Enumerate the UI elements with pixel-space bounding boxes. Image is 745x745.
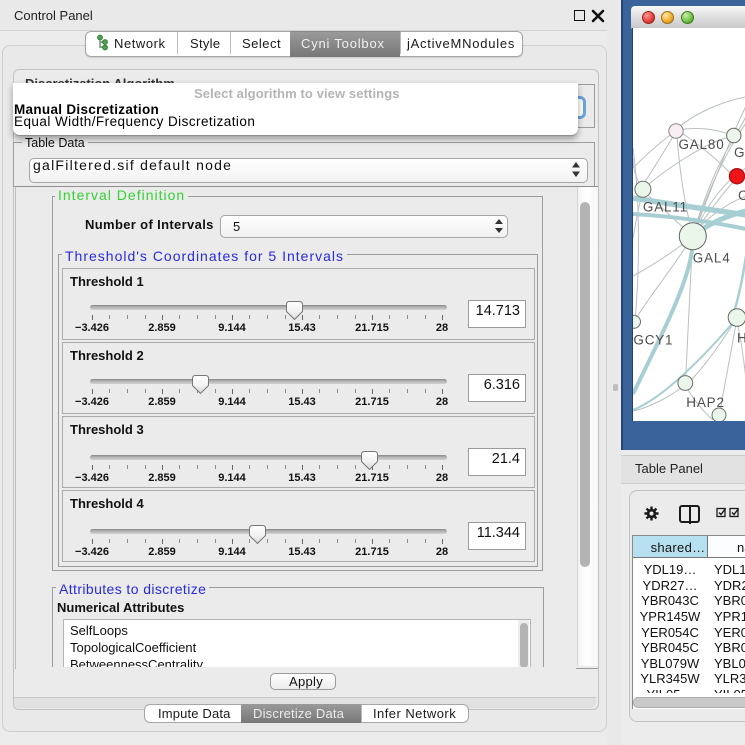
- svg-text:H: H: [737, 330, 745, 345]
- svg-text:HAP2: HAP2: [686, 395, 724, 410]
- svg-text:GCY1: GCY1: [633, 333, 673, 348]
- svg-text:GAL11: GAL11: [643, 200, 688, 215]
- svg-text:GAL80: GAL80: [679, 137, 725, 152]
- svg-text:C: C: [738, 188, 745, 203]
- svg-text:GAL: GAL: [734, 145, 745, 160]
- svg-text:GAL4: GAL4: [693, 251, 731, 266]
